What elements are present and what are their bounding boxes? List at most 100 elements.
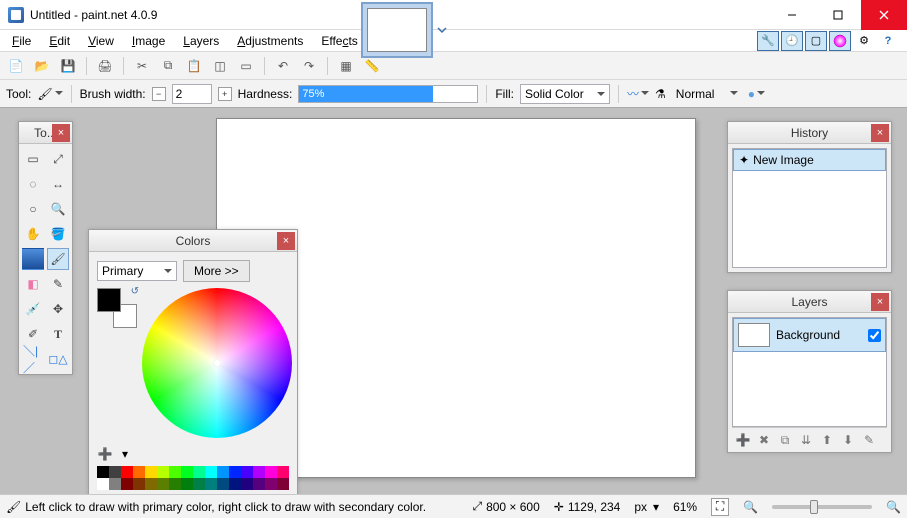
tool-zoom[interactable]: 🔍 (47, 198, 69, 220)
toggle-history-icon[interactable]: 🕘 (781, 31, 803, 51)
history-panel-title[interactable]: History × (728, 122, 891, 144)
menu-layers[interactable]: Layers (175, 32, 227, 50)
print-icon[interactable]: 🖨 (95, 56, 115, 76)
tool-pan[interactable]: ✋ (22, 223, 44, 245)
layer-merge-icon[interactable]: ⇊ (797, 431, 815, 449)
swap-colors-icon[interactable]: ↺ (131, 286, 139, 297)
palette-color[interactable] (193, 478, 205, 490)
layer-down-icon[interactable]: ⬇ (839, 431, 857, 449)
thumbnail-dropdown-icon[interactable] (437, 25, 447, 35)
palette-color[interactable] (253, 466, 265, 478)
tool-paintbrush[interactable]: 🖌 (47, 248, 69, 270)
palette-color[interactable] (181, 466, 193, 478)
palette-color[interactable] (145, 478, 157, 490)
tool-text[interactable]: T (47, 323, 69, 345)
tool-move-px[interactable]: ↔ (47, 173, 69, 195)
history-list[interactable]: ✦ New Image (732, 148, 887, 268)
palette-color[interactable] (217, 478, 229, 490)
palette-color[interactable] (265, 478, 277, 490)
palette-color[interactable] (265, 466, 277, 478)
zoom-slider[interactable] (772, 505, 872, 509)
toggle-layers-icon[interactable]: ▢ (805, 31, 827, 51)
palette-color[interactable] (181, 478, 193, 490)
palette-color[interactable] (157, 466, 169, 478)
overwrite-toggle[interactable]: ● (748, 87, 765, 101)
zoom-thumb[interactable] (810, 500, 818, 514)
layers-panel-title[interactable]: Layers × (728, 291, 891, 313)
zoom-out-icon[interactable]: 🔍 (743, 500, 758, 514)
palette-color[interactable] (253, 478, 265, 490)
layers-panel-close[interactable]: × (871, 293, 889, 311)
tool-move-sel[interactable]: ⤢ (47, 148, 69, 170)
add-palette-color-icon[interactable]: ➕ (97, 446, 113, 462)
history-panel-close[interactable]: × (871, 124, 889, 142)
menu-edit[interactable]: Edit (41, 32, 78, 50)
image-thumbnail[interactable] (361, 2, 433, 58)
fit-window-icon[interactable]: ⛶ (711, 498, 729, 516)
antialias-toggle[interactable]: 〰 (627, 85, 649, 102)
palette-color[interactable] (145, 466, 157, 478)
menu-view[interactable]: View (80, 32, 122, 50)
palette-color[interactable] (169, 466, 181, 478)
fill-select[interactable]: Solid Color (520, 84, 610, 104)
zoom-in-icon[interactable]: 🔍 (886, 500, 901, 514)
toggle-colors-icon[interactable] (829, 31, 851, 51)
palette-color[interactable] (229, 478, 241, 490)
palette-color[interactable] (133, 466, 145, 478)
paste-icon[interactable]: 📋 (184, 56, 204, 76)
palette-color[interactable] (121, 478, 133, 490)
tool-ellipse-select[interactable]: ○ (22, 198, 44, 220)
palette-color[interactable] (229, 466, 241, 478)
palette-color[interactable] (133, 478, 145, 490)
palette-color[interactable] (241, 478, 253, 490)
tool-eraser[interactable]: ◧ (22, 273, 44, 295)
tools-panel-close[interactable]: × (52, 124, 70, 142)
blend-mode-select[interactable]: Normal (672, 84, 742, 104)
menu-image[interactable]: Image (124, 32, 173, 50)
layer-visible-checkbox[interactable] (868, 329, 881, 342)
layer-item[interactable]: Background (733, 318, 886, 352)
primary-color-swatch[interactable] (97, 288, 121, 312)
deselect-icon[interactable]: ▭ (236, 56, 256, 76)
tool-picker[interactable]: 🖌 (37, 87, 62, 101)
layer-delete-icon[interactable]: ✖ (755, 431, 773, 449)
palette-color[interactable] (121, 466, 133, 478)
palette-color[interactable] (97, 466, 109, 478)
more-colors-button[interactable]: More >> (183, 260, 250, 282)
tool-pencil[interactable]: ✎ (47, 273, 69, 295)
settings-icon[interactable]: ⚙ (853, 31, 875, 51)
colors-panel-title[interactable]: Colors × (89, 230, 297, 252)
brush-width-input[interactable] (172, 84, 212, 104)
brush-width-decr[interactable]: − (152, 87, 166, 101)
palette-color[interactable] (217, 466, 229, 478)
palette-color[interactable] (241, 466, 253, 478)
maximize-button[interactable] (815, 0, 861, 30)
layer-add-icon[interactable]: ➕ (734, 431, 752, 449)
layer-list[interactable]: Background (732, 317, 887, 427)
palette-color[interactable] (193, 466, 205, 478)
colors-panel-close[interactable]: × (277, 232, 295, 250)
undo-icon[interactable]: ↶ (273, 56, 293, 76)
save-file-icon[interactable]: 💾 (58, 56, 78, 76)
brush-width-incr[interactable]: + (218, 87, 232, 101)
toggle-tools-icon[interactable]: 🔧 (757, 31, 779, 51)
crop-icon[interactable]: ◫ (210, 56, 230, 76)
copy-icon[interactable]: ⧉ (158, 56, 178, 76)
tool-line[interactable]: ＼|／ (22, 348, 44, 370)
close-button[interactable] (861, 0, 907, 30)
palette-menu-icon[interactable]: ▾ (117, 446, 133, 462)
tool-gradient[interactable] (22, 248, 44, 270)
tool-colorpicker[interactable]: 💉 (22, 298, 44, 320)
layer-props-icon[interactable]: ✎ (860, 431, 878, 449)
help-icon[interactable]: ? (877, 31, 899, 51)
redo-icon[interactable]: ↷ (299, 56, 319, 76)
palette-color[interactable] (205, 466, 217, 478)
layer-duplicate-icon[interactable]: ⧉ (776, 431, 794, 449)
color-wheel[interactable] (142, 288, 292, 438)
history-item[interactable]: ✦ New Image (733, 149, 886, 171)
menu-file[interactable]: File (4, 32, 39, 50)
tool-shapes[interactable]: ◻△ (47, 348, 69, 370)
grid-icon[interactable]: ▦ (336, 56, 356, 76)
layer-up-icon[interactable]: ⬆ (818, 431, 836, 449)
menu-adjustments[interactable]: Adjustments (229, 32, 311, 50)
